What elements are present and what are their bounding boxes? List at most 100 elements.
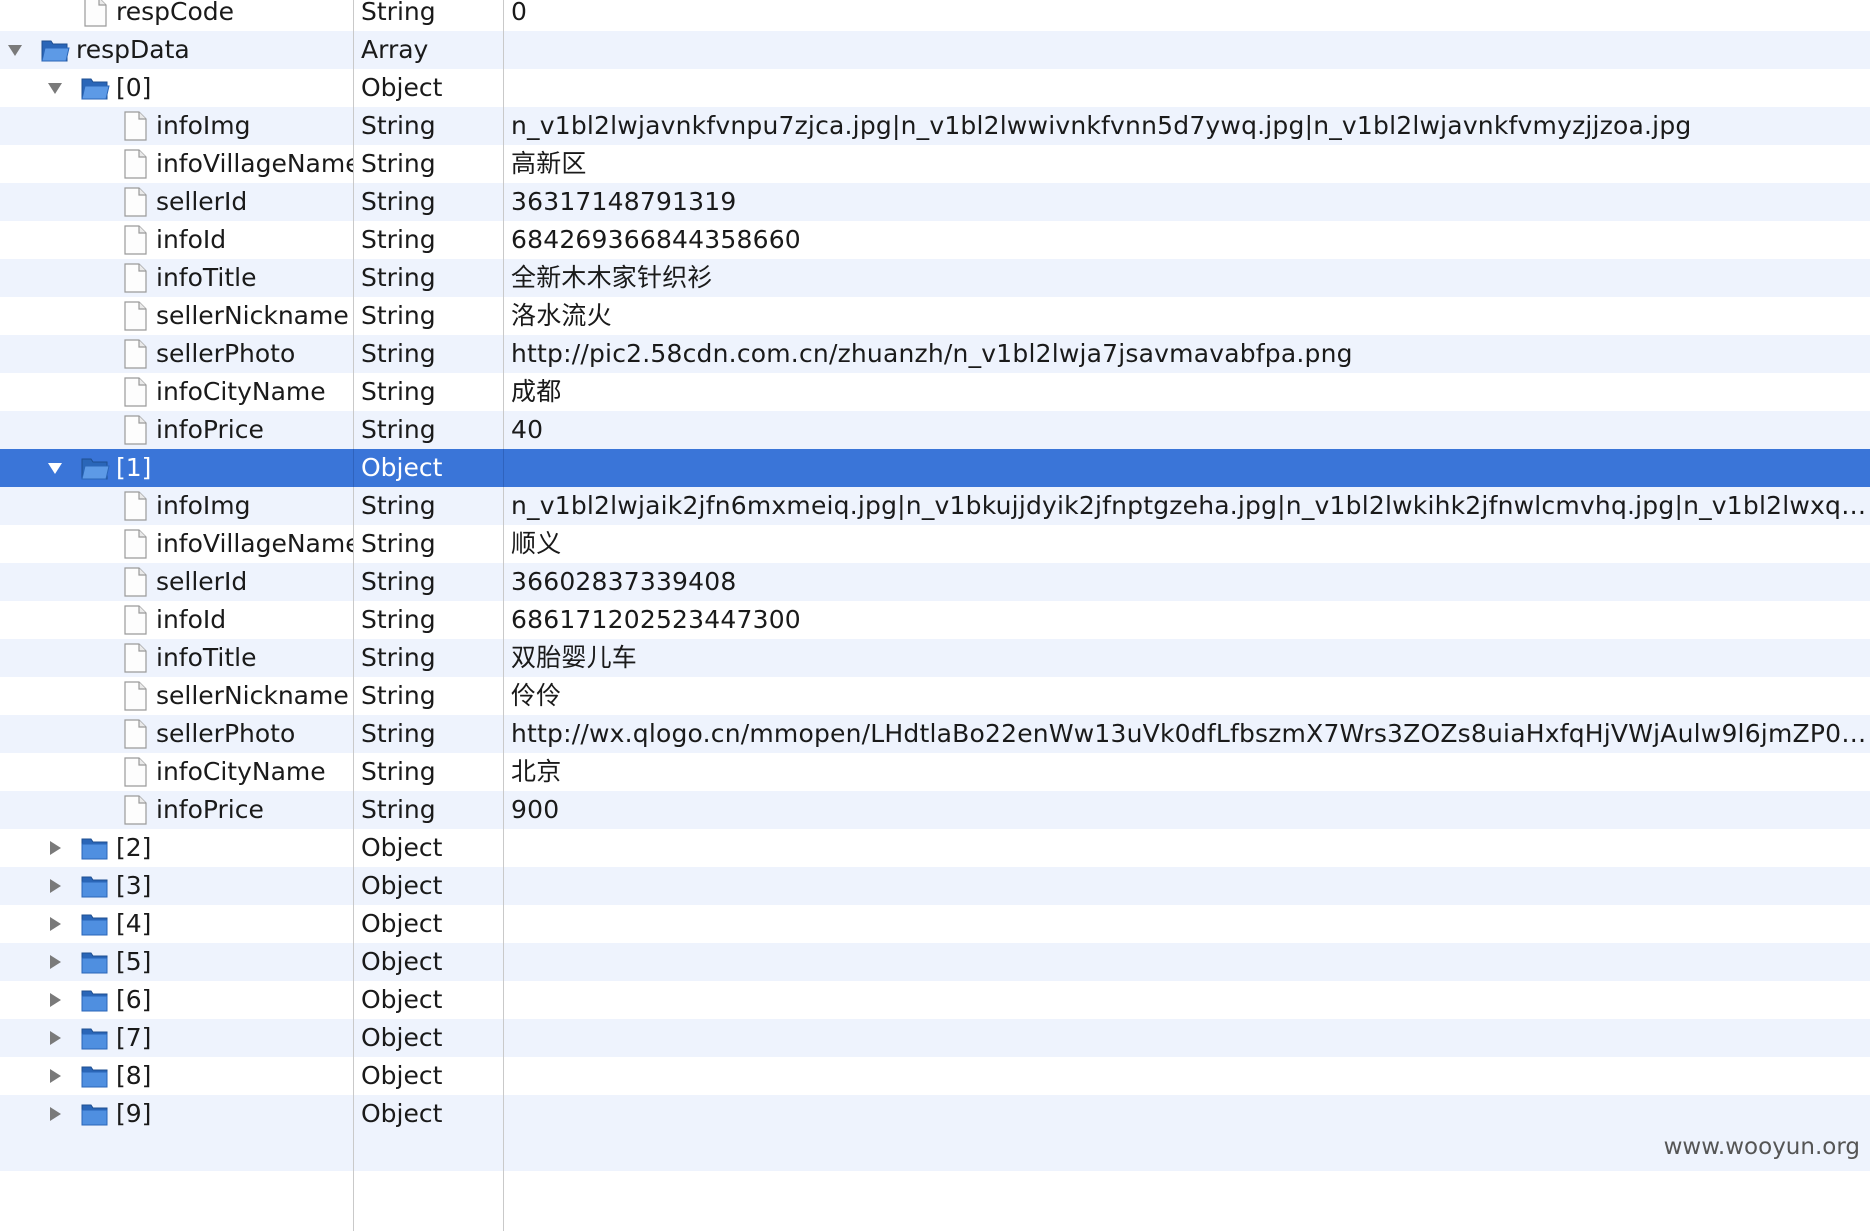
disclosure-right-icon[interactable] bbox=[44, 943, 66, 981]
type-cell: Object bbox=[353, 867, 503, 905]
document-icon bbox=[120, 795, 150, 825]
tree-leaf-row[interactable]: infoImg String n_v1bl2lwjavnkfvnpu7zjca.jp… bbox=[0, 107, 1870, 145]
value-cell: 全新木木家针织衫 bbox=[503, 259, 1870, 297]
key-label: sellerPhoto bbox=[156, 339, 296, 368]
key-label: sellerNickname bbox=[156, 681, 349, 710]
tree-leaf-row[interactable]: infoPrice String 40 bbox=[0, 411, 1870, 449]
disclosure-down-icon[interactable] bbox=[44, 449, 66, 487]
value-cell: 40 bbox=[503, 411, 1870, 449]
tree-node-row[interactable]: [3] Object bbox=[0, 867, 1870, 905]
disclosure-right-icon[interactable] bbox=[44, 905, 66, 943]
disclosure-right-icon[interactable] bbox=[44, 1095, 66, 1133]
key-cell: infoTitle bbox=[0, 639, 353, 677]
folder-icon bbox=[80, 73, 110, 103]
key-label: [1] bbox=[116, 453, 152, 482]
tree-leaf-row[interactable]: infoCityName String 北京 bbox=[0, 753, 1870, 791]
key-cell: infoPrice bbox=[0, 411, 353, 449]
tree-leaf-row[interactable]: infoId String 686171202523447300 bbox=[0, 601, 1870, 639]
key-cell: sellerPhoto bbox=[0, 715, 353, 753]
type-cell: String bbox=[353, 601, 503, 639]
folder-icon bbox=[80, 947, 110, 977]
value-cell: 36317148791319 bbox=[503, 183, 1870, 221]
tree-node-row[interactable]: [7] Object bbox=[0, 1019, 1870, 1057]
value-cell: http://pic2.58cdn.com.cn/zhuanzh/n_v1bl2… bbox=[503, 335, 1870, 373]
tree-leaf-row[interactable]: infoId String 684269366844358660 bbox=[0, 221, 1870, 259]
document-icon bbox=[120, 263, 150, 293]
type-cell: String bbox=[353, 183, 503, 221]
disclosure-right-icon[interactable] bbox=[44, 1019, 66, 1057]
tree-leaf-row[interactable]: respCode String 0 bbox=[0, 0, 1870, 31]
disclosure-right-icon[interactable] bbox=[44, 1057, 66, 1095]
document-icon bbox=[120, 225, 150, 255]
document-icon bbox=[120, 605, 150, 635]
value-cell: 北京 bbox=[503, 753, 1870, 791]
key-cell: infoImg bbox=[0, 107, 353, 145]
tree-leaf-row[interactable]: sellerNickname String 洛水流火 bbox=[0, 297, 1870, 335]
tree-node-row[interactable]: [2] Object bbox=[0, 829, 1870, 867]
type-cell: String bbox=[353, 373, 503, 411]
tree-node-row[interactable]: [1] Object bbox=[0, 449, 1870, 487]
type-cell: String bbox=[353, 715, 503, 753]
key-label: [6] bbox=[116, 985, 152, 1014]
value-cell: 36602837339408 bbox=[503, 563, 1870, 601]
key-cell: infoPrice bbox=[0, 791, 353, 829]
value-cell bbox=[503, 31, 1870, 69]
empty-row bbox=[0, 1133, 1870, 1171]
key-label: respData bbox=[76, 35, 190, 64]
tree-leaf-row[interactable]: infoTitle String 全新木木家针织衫 bbox=[0, 259, 1870, 297]
key-cell: [0] bbox=[0, 69, 353, 107]
value-cell: 高新区 bbox=[503, 145, 1870, 183]
tree-leaf-row[interactable]: sellerPhoto String http://pic2.58cdn.com.c… bbox=[0, 335, 1870, 373]
key-label: infoPrice bbox=[156, 795, 264, 824]
disclosure-right-icon[interactable] bbox=[44, 981, 66, 1019]
tree-leaf-row[interactable]: infoVillageName String 高新区 bbox=[0, 145, 1870, 183]
document-icon bbox=[120, 529, 150, 559]
tree-node-row[interactable]: [8] Object bbox=[0, 1057, 1870, 1095]
document-icon bbox=[120, 757, 150, 787]
tree-leaf-row[interactable]: sellerNickname String 伶伶 bbox=[0, 677, 1870, 715]
disclosure-right-icon[interactable] bbox=[44, 867, 66, 905]
tree-leaf-row[interactable]: infoCityName String 成都 bbox=[0, 373, 1870, 411]
key-cell: sellerNickname bbox=[0, 677, 353, 715]
document-icon bbox=[120, 681, 150, 711]
type-cell: String bbox=[353, 677, 503, 715]
key-label: infoPrice bbox=[156, 415, 264, 444]
tree-leaf-row[interactable]: infoPrice String 900 bbox=[0, 791, 1870, 829]
tree-leaf-row[interactable]: infoImg String n_v1bl2lwjaik2jfn6mxmeiq.jp… bbox=[0, 487, 1870, 525]
tree-leaf-row[interactable]: sellerPhoto String http://wx.qlogo.cn/mmop… bbox=[0, 715, 1870, 753]
disclosure-right-icon[interactable] bbox=[44, 829, 66, 867]
disclosure-down-icon[interactable] bbox=[4, 31, 26, 69]
json-tree-view: respCode String 0 respData Array [0] Object inf… bbox=[0, 0, 1870, 1231]
value-cell bbox=[503, 867, 1870, 905]
key-label: infoVillageName bbox=[156, 149, 353, 178]
value-cell: 686171202523447300 bbox=[503, 601, 1870, 639]
document-icon bbox=[120, 491, 150, 521]
key-label: [8] bbox=[116, 1061, 152, 1090]
disclosure-down-icon[interactable] bbox=[44, 69, 66, 107]
empty-cell bbox=[503, 1171, 1870, 1231]
key-label: infoId bbox=[156, 225, 227, 254]
tree-node-row[interactable]: respData Array bbox=[0, 31, 1870, 69]
key-label: sellerPhoto bbox=[156, 719, 296, 748]
key-label: respCode bbox=[116, 0, 235, 26]
tree-node-row[interactable]: [6] Object bbox=[0, 981, 1870, 1019]
tree-node-row[interactable]: [4] Object bbox=[0, 905, 1870, 943]
folder-icon bbox=[80, 909, 110, 939]
tree-leaf-row[interactable]: infoVillageName String 顺义 bbox=[0, 525, 1870, 563]
type-cell: Object bbox=[353, 449, 503, 487]
type-cell: Object bbox=[353, 943, 503, 981]
key-cell: respData bbox=[0, 31, 353, 69]
value-cell: 伶伶 bbox=[503, 677, 1870, 715]
tree-leaf-row[interactable]: infoTitle String 双胎婴儿车 bbox=[0, 639, 1870, 677]
tree-node-row[interactable]: [5] Object bbox=[0, 943, 1870, 981]
key-cell: infoVillageName bbox=[0, 525, 353, 563]
tree-node-row[interactable]: [9] Object bbox=[0, 1095, 1870, 1133]
folder-icon bbox=[80, 1061, 110, 1091]
type-cell: String bbox=[353, 297, 503, 335]
tree-leaf-row[interactable]: sellerId String 36317148791319 bbox=[0, 183, 1870, 221]
value-cell: n_v1bl2lwjaik2jfn6mxmeiq.jpg|n_v1bkujjdy… bbox=[503, 487, 1870, 525]
key-label: infoImg bbox=[156, 491, 251, 520]
tree-leaf-row[interactable]: sellerId String 36602837339408 bbox=[0, 563, 1870, 601]
tree-node-row[interactable]: [0] Object bbox=[0, 69, 1870, 107]
key-cell: infoId bbox=[0, 601, 353, 639]
